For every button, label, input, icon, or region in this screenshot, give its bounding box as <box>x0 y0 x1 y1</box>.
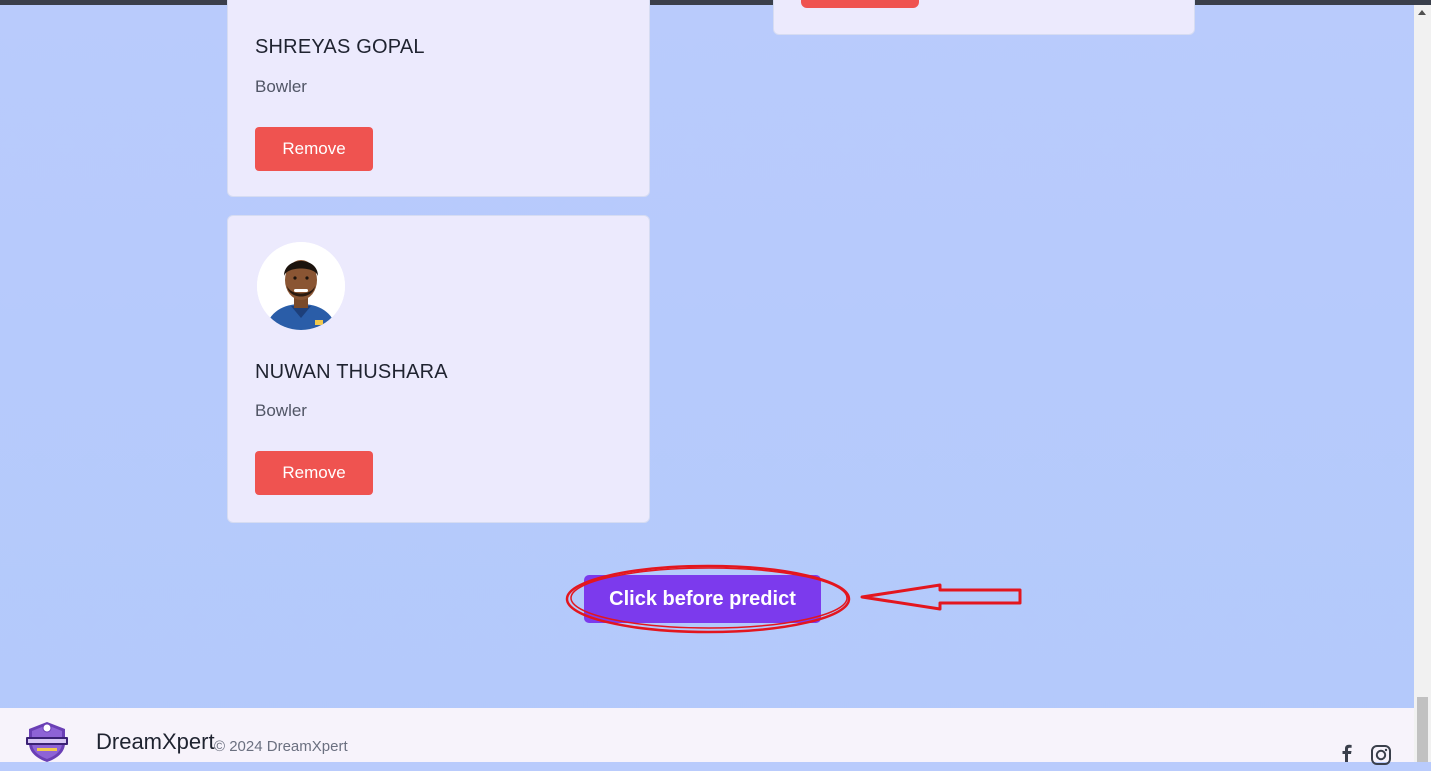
player-name: SHREYAS GOPAL <box>255 36 425 58</box>
predict-button[interactable]: Click before predict <box>584 575 821 623</box>
player-avatar <box>257 242 345 330</box>
dreamxpert-logo[interactable] <box>22 720 72 762</box>
scroll-up-arrow-icon[interactable] <box>1418 10 1426 15</box>
remove-button-partial[interactable] <box>801 0 919 8</box>
annotation-overlay <box>565 564 1022 634</box>
player-role: Bowler <box>255 401 307 420</box>
player-card: SHREYAS GOPAL Bowler Remove <box>227 0 650 197</box>
player-role: Bowler <box>255 77 307 96</box>
instagram-icon[interactable] <box>1370 744 1392 766</box>
footer-brand: DreamXpert <box>96 729 215 754</box>
scrollbar[interactable] <box>1414 5 1431 762</box>
remove-button[interactable]: Remove <box>255 127 373 171</box>
remove-button[interactable]: Remove <box>255 451 373 495</box>
player-card-partial <box>773 0 1195 35</box>
footer: DreamXpert © 2024 DreamXpert <box>0 708 1414 765</box>
facebook-icon[interactable] <box>1338 744 1356 762</box>
player-card: NUWAN THUSHARA Bowler Remove <box>227 215 650 523</box>
footer-copyright: © 2024 DreamXpert <box>214 738 348 755</box>
browser-top-edge <box>0 0 1431 5</box>
player-name: NUWAN THUSHARA <box>255 361 448 383</box>
annotation-arrow <box>860 583 1022 611</box>
scrollbar-thumb[interactable] <box>1417 697 1428 762</box>
